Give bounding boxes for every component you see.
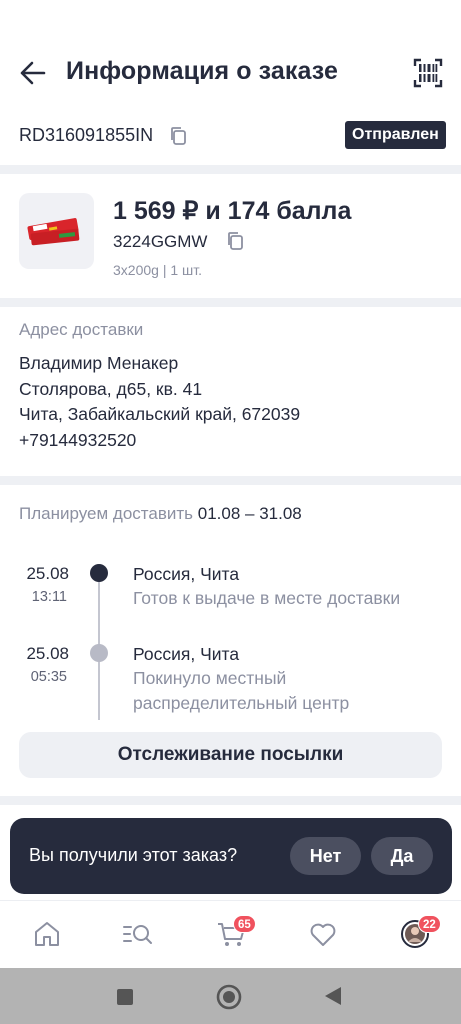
cart-count-badge: 65 (233, 915, 256, 933)
prompt-question: Вы получили этот заказ? (29, 845, 238, 865)
delivery-address: Адрес доставки Владимир Менакер Столяров… (19, 318, 449, 453)
home-circle-icon[interactable] (216, 984, 242, 1015)
product-price: 1 569 ₽ и 174 балла (113, 197, 352, 225)
section-divider (0, 796, 461, 805)
product-card[interactable]: 1 569 ₽ и 174 балла 3224GGMW 3x200g | 1 … (0, 180, 461, 290)
favorites-heart-icon[interactable] (308, 919, 338, 949)
recents-square-icon[interactable] (116, 988, 134, 1011)
back-triangle-icon[interactable] (323, 986, 343, 1011)
back-arrow-icon[interactable] (18, 59, 48, 87)
profile-count-badge: 22 (418, 915, 441, 933)
delivery-plan: Планируем доставить 01.08 – 31.08 (19, 504, 302, 524)
product-image (19, 193, 94, 269)
recipient-phone: +79144932520 (19, 429, 137, 450)
catalog-search-icon[interactable] (122, 919, 152, 949)
plan-label: Планируем доставить (19, 504, 194, 523)
plan-dates: 01.08 – 31.08 (197, 504, 302, 523)
copy-icon[interactable] (169, 126, 187, 146)
app-header: Информация о заказе (0, 45, 461, 101)
event-description: Готов к выдаче в месте доставки (133, 588, 401, 608)
product-variant: 3x200g | 1 шт. (113, 262, 203, 278)
system-navigation-bar (0, 968, 461, 1024)
timeline-dot (90, 644, 108, 662)
status-badge: Отправлен (345, 121, 446, 149)
section-divider (0, 165, 461, 174)
recipient-name: Владимир Менакер (19, 353, 179, 373)
event-date: 25.08 (26, 644, 69, 663)
event-place: Россия, Чита (133, 564, 240, 584)
yes-button[interactable]: Да (371, 837, 433, 875)
timeline-dot-active (90, 564, 108, 582)
track-number: RD316091855IN (19, 125, 154, 145)
event-time: 13:11 (31, 589, 67, 605)
page-title: Информация о заказе (66, 57, 339, 85)
section-divider (0, 476, 461, 485)
section-divider (0, 298, 461, 307)
track-number-row: RD316091855IN Отправлен (0, 118, 461, 154)
event-time: 05:35 (30, 669, 67, 685)
home-icon[interactable] (32, 919, 62, 949)
track-parcel-button[interactable]: Отслеживание посылки (19, 732, 442, 778)
event-place: Россия, Чита (133, 644, 240, 664)
address-city: Чита, Забайкальский край, 672039 (19, 404, 301, 424)
received-order-prompt: Вы получили этот заказ? Нет Да (10, 818, 452, 894)
no-button[interactable]: Нет (290, 837, 361, 875)
product-sku: 3224GGMW (113, 232, 208, 251)
event-description: Покинуло местный распределительный центр (133, 668, 350, 713)
copy-icon[interactable] (226, 231, 244, 251)
address-street: Столярова, д65, кв. 41 (19, 378, 203, 399)
bottom-navigation: 65 22 (0, 900, 461, 968)
event-date: 25.08 (26, 564, 69, 583)
address-label: Адрес доставки (19, 320, 144, 339)
barcode-icon[interactable] (413, 58, 443, 88)
